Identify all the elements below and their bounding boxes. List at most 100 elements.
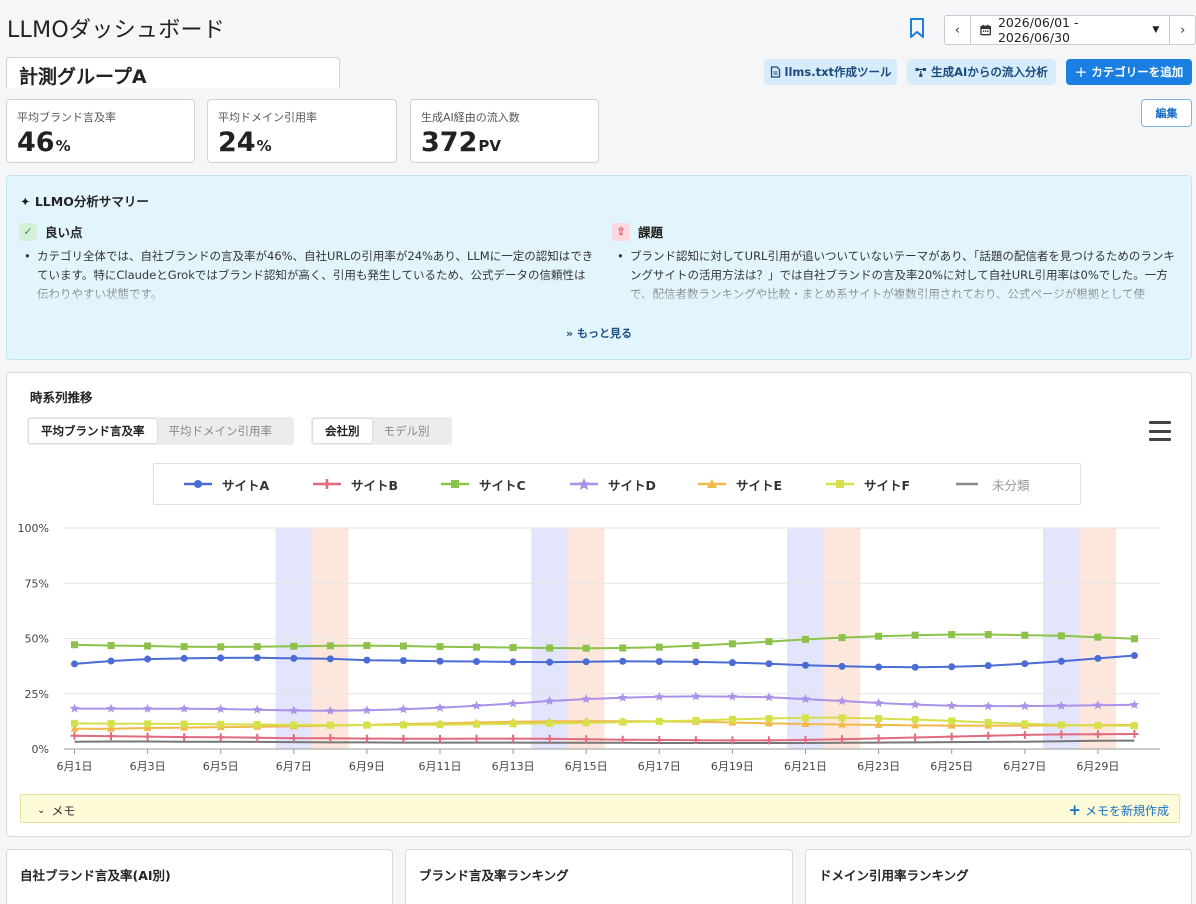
llms-txt-tool-button[interactable]: llms.txt作成ツール [764, 59, 897, 85]
summary-title: ✦ LLMO分析サマリー [20, 191, 149, 210]
legend-marker [570, 478, 598, 490]
x-tick-label: 6月25日 [930, 760, 973, 773]
new-memo-button[interactable]: + メモを新規作成 [1068, 801, 1169, 819]
legend-item-site-e[interactable]: サイトE [698, 464, 782, 504]
legend-item-uncategorized[interactable]: 未分類 [954, 464, 1030, 504]
x-tick-label: 6月21日 [784, 760, 827, 773]
data-point [691, 691, 701, 701]
group-tab[interactable]: 計測グループA [6, 57, 340, 88]
card-brand-mention-by-ai: 自社ブランド言及率(AI別) [6, 849, 393, 904]
data-point [363, 642, 371, 650]
data-point [948, 717, 956, 725]
tab-by-model[interactable]: モデル別 [372, 419, 442, 443]
tab-brand-mention-rate[interactable]: 平均ブランド言及率 [29, 419, 157, 443]
memo-toggle[interactable]: ⌄ メモ [37, 802, 75, 819]
data-point [728, 715, 736, 723]
data-point [399, 642, 407, 650]
metric-card-domain-citation: 平均ドメイン引用率 24% [207, 99, 397, 163]
data-point [802, 661, 809, 669]
legend-marker [313, 479, 341, 489]
time-series-title: 時系列推移 [30, 390, 93, 405]
ai-inflow-analysis-button[interactable]: 生成AIからの流入分析 [907, 59, 1056, 85]
data-point [326, 655, 334, 663]
data-point [582, 719, 590, 727]
data-point [1020, 730, 1029, 739]
date-range-select[interactable]: 2026/06/01 - 2026/06/30 ▼ [969, 15, 1171, 45]
tab-domain-citation-rate[interactable]: 平均ドメイン引用率 [157, 419, 285, 443]
add-category-button[interactable]: + カテゴリーを追加 [1066, 59, 1192, 85]
data-point [984, 631, 992, 639]
card-domain-citation-ranking: ドメイン引用率ランキング [805, 849, 1192, 904]
hamburger-menu-icon[interactable] [1149, 420, 1171, 442]
data-point [180, 654, 188, 662]
x-tick-label: 6月13日 [492, 760, 535, 773]
data-point [107, 720, 115, 728]
data-point [983, 701, 993, 711]
llms-txt-tool-label: llms.txt作成ツール [784, 65, 892, 79]
data-point [398, 704, 409, 714]
legend-label: サイトC [479, 477, 526, 493]
legend-label: サイトA [222, 477, 270, 493]
data-point [436, 657, 444, 665]
document-icon [770, 66, 780, 78]
data-point [473, 720, 481, 728]
next-period-button[interactable]: › [1170, 16, 1195, 44]
legend-item-site-a[interactable]: サイトA [184, 464, 269, 504]
data-point [1020, 701, 1030, 711]
metric-toggle: 平均ブランド言及率 平均ドメイン引用率 [27, 417, 294, 445]
legend-item-site-b[interactable]: サイトB [313, 464, 398, 504]
metric-unit: PV [478, 137, 501, 155]
legend-item-site-d[interactable]: サイトD [570, 464, 656, 504]
memo-bar: ⌄ メモ + メモを新規作成 [20, 794, 1180, 823]
data-point [1094, 633, 1102, 641]
data-point [217, 720, 225, 728]
data-point [70, 731, 79, 740]
data-point [326, 721, 334, 729]
flow-icon [915, 67, 927, 77]
legend-item-site-f[interactable]: サイトF [826, 464, 910, 504]
data-point [107, 732, 116, 741]
x-tick-label: 6月19日 [711, 760, 754, 773]
y-tick-label: 0% [32, 743, 49, 756]
ai-inflow-analysis-label: 生成AIからの流入分析 [931, 65, 1048, 79]
x-tick-label: 6月5日 [203, 760, 239, 773]
data-point [875, 632, 883, 640]
data-point [911, 663, 919, 671]
prev-period-button[interactable]: ‹ [945, 16, 970, 44]
metric-label: 平均ドメイン引用率 [218, 111, 317, 124]
data-point [215, 704, 226, 713]
bookmark-icon[interactable] [906, 16, 928, 40]
data-point [107, 657, 115, 665]
data-point [838, 714, 846, 722]
metric-label: 平均ブランド言及率 [17, 111, 116, 124]
data-point [875, 663, 883, 671]
plus-icon: + [1074, 63, 1088, 81]
data-point [984, 718, 992, 726]
data-point [179, 703, 189, 713]
data-point [655, 657, 663, 665]
card-title: ブランド言及率ランキング [419, 868, 569, 883]
metric-value: 24 [218, 127, 256, 158]
data-point [802, 714, 809, 722]
chevron-down-icon: ▼ [1152, 25, 1160, 35]
show-more-button[interactable]: » もっと見る [7, 325, 1191, 341]
data-point [509, 644, 517, 652]
data-point [948, 663, 956, 671]
data-point [71, 641, 78, 649]
data-point [546, 658, 554, 666]
legend-marker [826, 480, 854, 488]
data-point [217, 654, 225, 662]
good-points-title: 良い点 [45, 225, 83, 240]
edit-button[interactable]: 編集 [1141, 99, 1192, 127]
legend-item-site-c[interactable]: サイトC [441, 464, 526, 504]
data-point [69, 703, 80, 713]
data-point [362, 705, 372, 715]
issues-heading: ⇧ 課題 [612, 222, 663, 241]
show-more-label: もっと見る [576, 327, 632, 340]
tab-by-company[interactable]: 会社別 [313, 419, 372, 443]
data-point [436, 721, 444, 729]
data-point [399, 721, 407, 729]
data-point [874, 734, 883, 743]
data-point [1094, 722, 1102, 730]
data-point [873, 698, 884, 708]
